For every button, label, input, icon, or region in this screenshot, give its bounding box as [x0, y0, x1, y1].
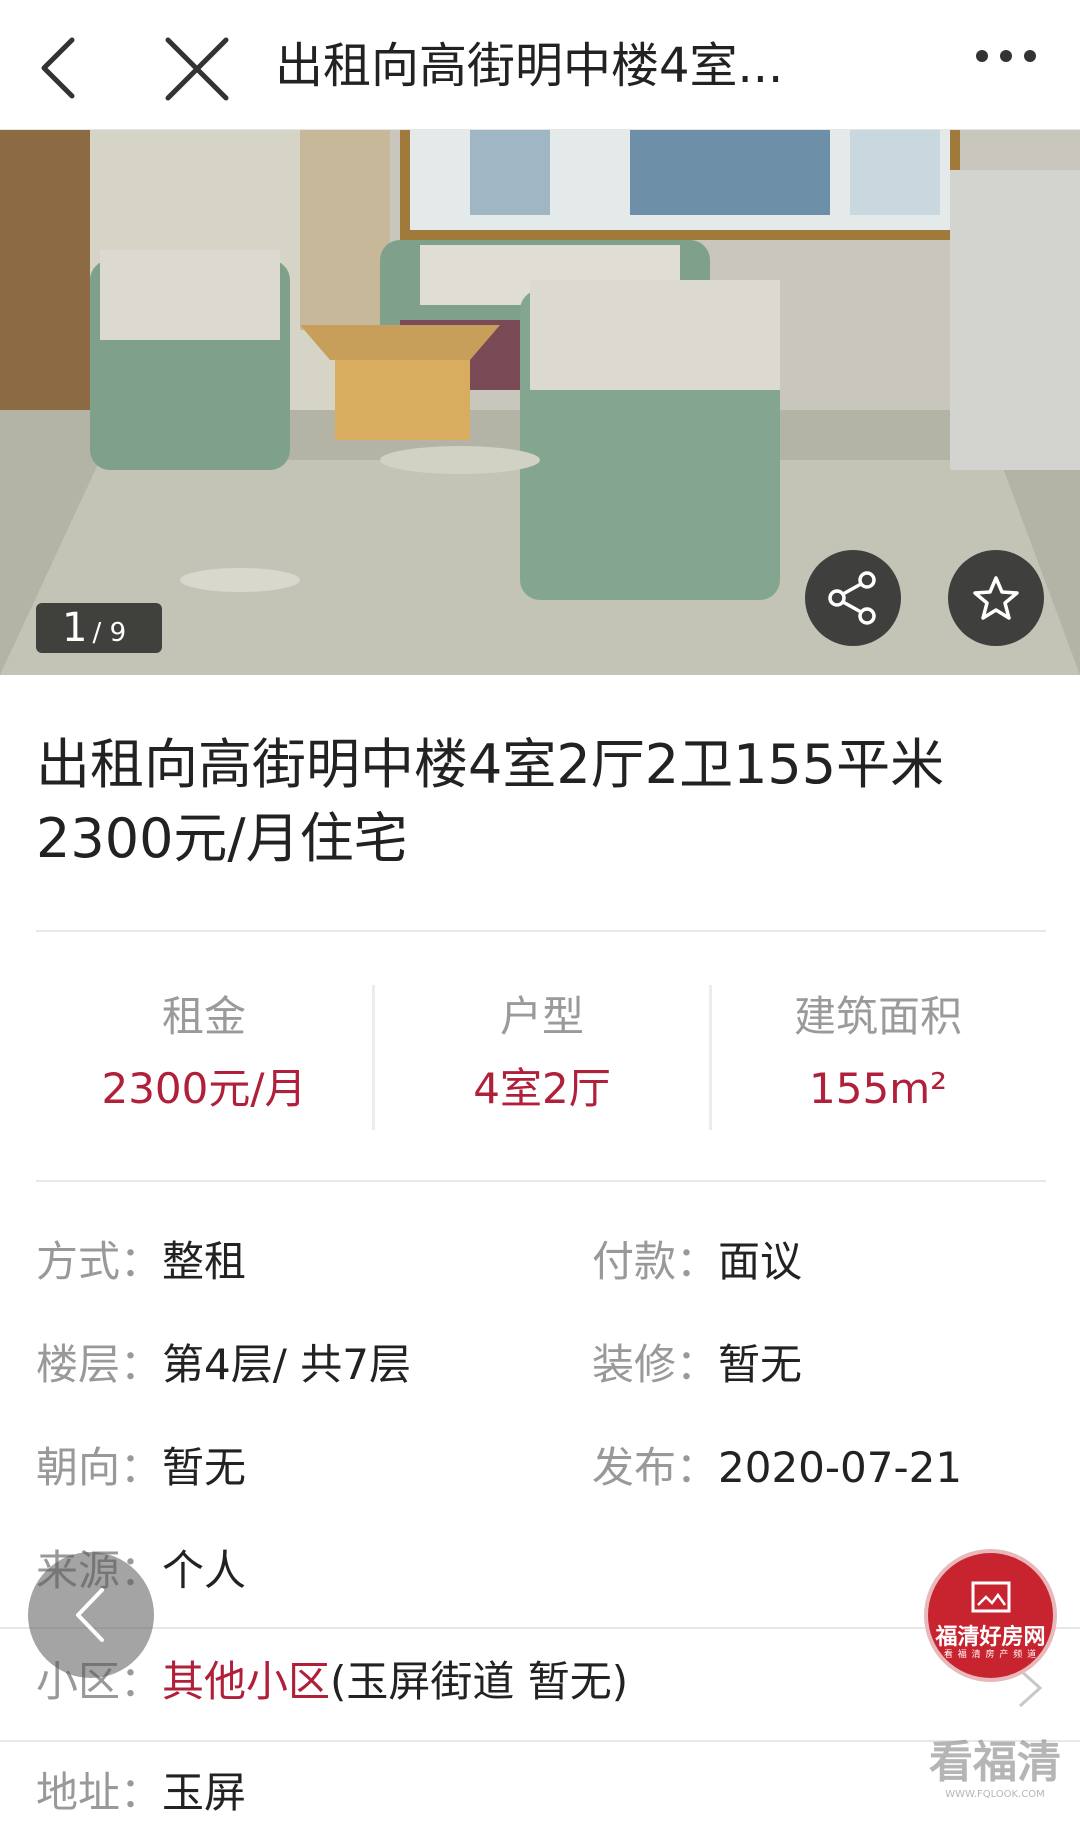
close-icon [165, 37, 229, 101]
detail-value: 整租 [162, 1237, 247, 1286]
detail-published: 发布：2020-07-21 [592, 1438, 962, 1498]
stat-value: 155m² [809, 1064, 947, 1113]
stat-layout: 户型 4室2厅 [374, 985, 710, 1130]
key-stats: 租金 2300元/月 户型 4室2厅 建筑面积 155m² [36, 985, 1046, 1130]
floating-back-button[interactable] [28, 1552, 154, 1678]
stat-label: 户型 [499, 992, 584, 1041]
detail-label: 装修： [592, 1340, 719, 1389]
brand-badge-button[interactable]: 福清好房网 看 福 清 房 产 频 道 [928, 1553, 1053, 1678]
detail-value: 面议 [718, 1237, 803, 1286]
more-options-button[interactable] [968, 40, 1058, 90]
more-dots-icon [976, 50, 1036, 62]
share-button[interactable] [805, 550, 901, 646]
divider [0, 1740, 1080, 1742]
detail-floor: 楼层：第4层/ 共7层 [36, 1335, 411, 1395]
detail-value: 暂无 [162, 1443, 247, 1492]
divider [36, 1180, 1046, 1182]
detail-value: 个人 [162, 1546, 247, 1595]
divider [36, 930, 1046, 932]
watermark: 看福清 WWW.FQLOOK.COM [920, 1738, 1070, 1808]
detail-value: 第4层/ 共7层 [162, 1340, 411, 1389]
close-button[interactable] [158, 18, 248, 112]
brand-subtitle: 看 福 清 房 产 频 道 [943, 1650, 1038, 1660]
stat-area: 建筑面积 155m² [710, 985, 1046, 1130]
detail-decoration: 装修：暂无 [592, 1335, 802, 1395]
chevron-left-icon [76, 1588, 104, 1642]
page-title: 出租向高街明中楼4室... [275, 38, 784, 94]
watermark-text: 看福清 [929, 1737, 1061, 1788]
star-icon [973, 576, 1019, 620]
watermark-url: WWW.FQLOOK.COM [945, 1789, 1045, 1800]
stat-label: 租金 [161, 992, 246, 1041]
detail-label: 朝向： [36, 1443, 163, 1492]
divider [0, 1627, 1080, 1629]
stat-value: 2300元/月 [101, 1064, 307, 1113]
detail-orientation: 朝向：暂无 [36, 1438, 246, 1498]
photo-counter-current: 1 [62, 605, 88, 651]
listing-photo[interactable] [0, 130, 1080, 675]
listing-title: 出租向高街明中楼4室2厅2卫155平米2300元/月住宅 [36, 733, 945, 870]
detail-label: 楼层： [36, 1340, 163, 1389]
top-navigation-bar: 出租向高街明中楼4室... [0, 0, 1080, 130]
stat-label: 建筑面积 [793, 992, 962, 1041]
back-button[interactable] [22, 18, 112, 112]
stat-value: 4室2厅 [473, 1064, 611, 1113]
share-icon [828, 571, 876, 625]
detail-label: 发布： [592, 1443, 719, 1492]
community-link[interactable]: 其他小区 [162, 1657, 330, 1706]
living-room-photo [0, 130, 1080, 675]
photo-counter-total: / 9 [92, 618, 127, 648]
community-detail: (玉屏街道 暂无) [330, 1657, 629, 1706]
detail-value: 2020-07-21 [718, 1443, 963, 1492]
address-label: 地址： [36, 1768, 163, 1817]
chevron-left-icon [41, 37, 75, 99]
detail-label: 方式： [36, 1237, 163, 1286]
address-row: 地址：玉屏 [36, 1763, 246, 1823]
detail-mode: 方式：整租 [36, 1232, 246, 1292]
house-icon [971, 1581, 1011, 1613]
detail-label: 付款： [592, 1237, 719, 1286]
favorite-button[interactable] [948, 550, 1044, 646]
address-value: 玉屏 [162, 1768, 247, 1817]
stat-rent: 租金 2300元/月 [36, 985, 372, 1130]
detail-value: 暂无 [718, 1340, 803, 1389]
detail-payment: 付款：面议 [592, 1232, 802, 1292]
photo-counter: 1 / 9 [36, 603, 162, 653]
